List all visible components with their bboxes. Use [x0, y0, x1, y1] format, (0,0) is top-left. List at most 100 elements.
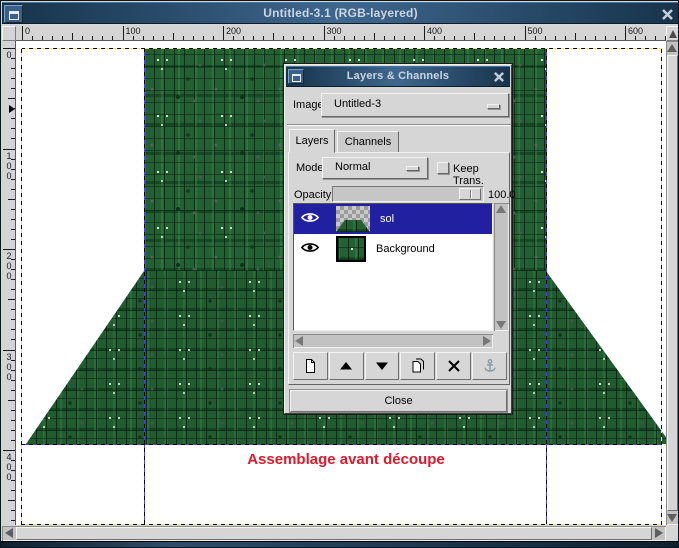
gimp-image-window: Untitled-3.1 (RGB-layered) 0100200300400… — [0, 0, 679, 548]
navigation-arrow-icon — [669, 30, 677, 38]
guide-vertical[interactable] — [144, 49, 145, 524]
tab-layers[interactable]: Layers — [289, 129, 335, 153]
ruler-tick — [494, 36, 495, 40]
layer-boundary-top — [21, 48, 662, 49]
mode-select[interactable]: Normal — [322, 157, 428, 179]
duplicate-layer-button[interactable] — [400, 352, 435, 380]
scroll-right-icon[interactable] — [655, 528, 663, 538]
ruler-tick — [575, 33, 576, 40]
layer-row-sol[interactable]: sol — [294, 204, 492, 234]
ruler-tick — [11, 510, 15, 511]
ruler-tick — [8, 98, 15, 99]
opacity-label: Opacity: — [294, 189, 334, 201]
raise-layer-button[interactable] — [329, 352, 364, 380]
anchor-icon — [473, 358, 506, 374]
layer-visibility-toggle[interactable] — [294, 241, 324, 257]
scroll-up-icon[interactable] — [496, 205, 506, 213]
background-window-titlebar — [1, 541, 679, 548]
close-icon — [493, 71, 505, 83]
ruler-tick — [464, 36, 465, 40]
guide-vertical[interactable] — [546, 49, 547, 524]
vertical-scrollbar-thumb[interactable] — [667, 55, 678, 511]
delete-layer-button[interactable] — [436, 352, 471, 380]
ruler-tick — [344, 36, 345, 40]
ruler-tick — [112, 36, 113, 40]
ruler-tick — [11, 108, 15, 109]
ruler-tick — [11, 329, 15, 330]
ruler-label: 400 — [424, 26, 442, 41]
ruler-tick — [444, 36, 445, 40]
ruler-tick — [163, 36, 164, 40]
navigation-corner-box[interactable] — [666, 26, 679, 41]
ruler-tick — [11, 490, 15, 491]
opacity-slider[interactable] — [332, 186, 484, 202]
dialog-titlebar[interactable]: Layers & Channels — [286, 66, 510, 87]
ruler-tick — [11, 239, 15, 240]
dialog-close-button[interactable] — [490, 68, 508, 86]
floor-shape — [336, 220, 370, 232]
close-button[interactable]: Close — [290, 390, 507, 412]
eye-icon — [300, 211, 320, 224]
scroll-down-icon[interactable] — [667, 514, 677, 522]
ruler-tick — [11, 440, 15, 441]
image-select-value: Untitled-3 — [334, 98, 381, 110]
ruler-tick — [243, 36, 244, 40]
ruler-tick — [484, 36, 485, 40]
layers-panel: Mode: Normal Keep Trans. Opacity: 100.0 … — [288, 152, 510, 385]
ruler-tick — [153, 36, 154, 40]
window-titlebar[interactable]: Untitled-3.1 (RGB-layered) — [2, 2, 679, 24]
ruler-tick — [364, 36, 365, 40]
ruler-tick — [615, 36, 616, 40]
ruler-tick — [555, 36, 556, 40]
opacity-slider-handle[interactable] — [459, 188, 481, 200]
horizontal-scrollbar-thumb[interactable] — [16, 527, 652, 540]
keep-trans-label: Keep Trans. — [453, 163, 509, 187]
image-select[interactable]: Untitled-3 — [321, 93, 509, 117]
option-menu-indicator-icon — [487, 104, 500, 109]
ruler-tick — [11, 138, 15, 139]
layer-boundary-bottom — [21, 524, 662, 525]
scroll-left-icon[interactable] — [5, 528, 13, 538]
anchor-layer-button[interactable] — [472, 352, 507, 380]
ruler-tick — [11, 520, 15, 521]
ruler-tick — [11, 309, 15, 310]
ruler-tick — [213, 36, 214, 40]
scroll-right-icon[interactable] — [483, 336, 491, 346]
ruler-tick — [11, 219, 15, 220]
scroll-left-icon[interactable] — [295, 336, 303, 346]
lower-layer-button[interactable] — [365, 352, 400, 380]
keep-trans-checkbox[interactable] — [437, 162, 449, 174]
scroll-down-icon[interactable] — [496, 321, 506, 329]
horizontal-ruler[interactable]: 0100200300400500600 — [16, 26, 666, 41]
vertical-scrollbar[interactable] — [666, 41, 679, 525]
ruler-tick — [504, 36, 505, 40]
ruler-tick — [8, 199, 15, 200]
ruler-tick — [565, 36, 566, 40]
guide-horizontal[interactable] — [21, 444, 662, 445]
layer-row-background[interactable]: Background — [294, 234, 492, 264]
ruler-corner-box — [2, 26, 16, 41]
scroll-up-icon[interactable] — [667, 44, 677, 52]
ruler-tick — [11, 229, 15, 230]
window-close-button[interactable] — [657, 4, 677, 24]
ruler-label: 0 — [22, 26, 30, 41]
layer-list-hscrollbar[interactable] — [293, 334, 493, 348]
ruler-label: 100 — [123, 26, 141, 41]
ruler-label: 300 — [324, 26, 342, 41]
layer-list-vscrollbar[interactable] — [494, 203, 509, 331]
vertical-ruler[interactable]: 0100200300400 — [2, 41, 16, 525]
ruler-tick — [203, 36, 204, 40]
ruler-tick — [595, 36, 596, 40]
ruler-tick — [11, 88, 15, 89]
ruler-tick — [404, 36, 405, 40]
new-layer-button[interactable] — [293, 352, 328, 380]
tab-channels[interactable]: Channels — [337, 131, 399, 153]
horizontal-scrollbar[interactable] — [2, 526, 666, 541]
ruler-tick — [173, 33, 174, 40]
ruler-tick — [8, 500, 15, 501]
layer-visibility-toggle[interactable] — [294, 211, 324, 227]
layer-list: solBackground — [293, 203, 493, 331]
ruler-tick — [11, 339, 15, 340]
ruler-tick — [414, 36, 415, 40]
ruler-tick — [8, 299, 15, 300]
